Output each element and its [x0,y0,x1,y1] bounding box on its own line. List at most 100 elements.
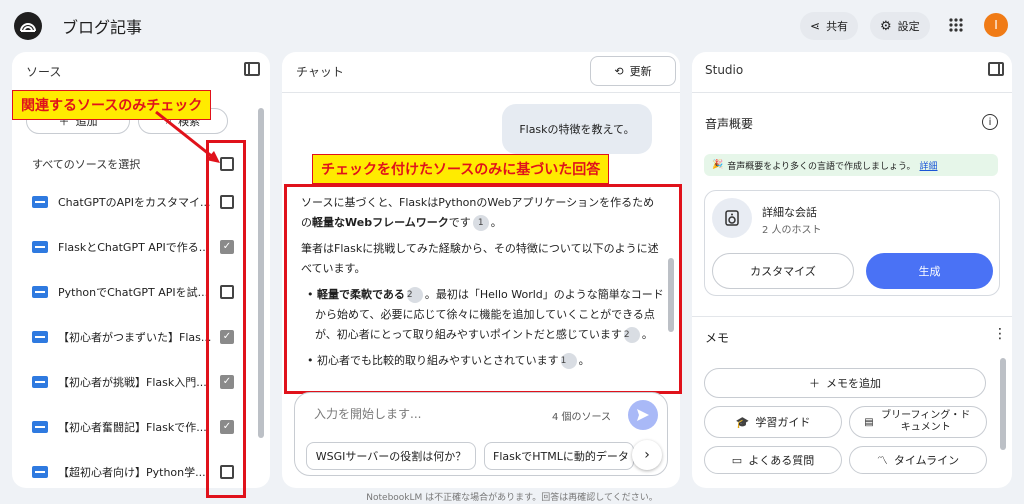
generate-label: 生成 [918,265,941,278]
refresh-button[interactable]: ⟲ 更新 [590,56,676,86]
faq-label: よくある質問 [748,454,815,467]
share-label: 共有 [826,20,849,33]
memo-divider [692,316,1012,317]
collapse-panel-icon[interactable] [988,62,1004,76]
customize-button[interactable]: カスタマイズ [712,253,854,289]
suggestion-chip[interactable]: WSGIサーバーの役割は何か？ [306,442,476,470]
document-icon [32,376,48,388]
response-paragraph: 筆者はFlaskに挑戦してみた経験から、その特徴について以下のように述べています… [301,239,665,279]
study-guide-button[interactable]: 🎓 学習ガイド [704,406,842,438]
document-icon [32,286,48,298]
studio-title: Studio [705,63,744,77]
settings-button[interactable]: ⚙ 設定 [870,12,930,40]
chat-bubble-icon: ▭ [731,453,743,467]
citation-badge[interactable]: 1 [472,215,489,231]
chevron-right-icon[interactable]: › [632,440,662,470]
studio-scrollbar[interactable] [1000,358,1006,450]
source-label: FlaskとChatGPT APIで作る... [58,241,210,254]
document-icon [32,421,48,433]
response-highlight-box: ソースに基づくと、FlaskはPythonのWebアプリケーションを作るための軽… [284,184,682,394]
source-item[interactable]: 【初心者がつまずいた】Flas... [32,327,211,347]
studio-divider [692,92,1012,93]
banner-text: 音声概要をより多くの言語で作成しましょう。 [727,161,916,172]
info-icon[interactable]: i [982,114,998,130]
source-label: PythonでChatGPT APIを試... [58,286,209,299]
response-text: 初心者でも比較的取り組みやすいとされています [317,354,559,367]
celebrate-icon: 🎉 [712,160,724,170]
gear-icon: ⚙ [880,18,892,34]
share-icon: ⋖ [810,19,821,33]
select-all-label: すべてのソースを選択 [32,158,141,171]
collapse-panel-icon[interactable] [244,62,260,76]
chat-scrollbar[interactable] [668,258,674,332]
refresh-label: 更新 [629,65,652,78]
more-options-icon[interactable]: ⋮ [993,327,1007,341]
source-label: 【超初心者向け】Python学... [58,466,206,479]
document-icon [32,466,48,478]
avatar[interactable]: I [984,13,1008,37]
checkbox-highlight-box [206,140,246,498]
faq-button[interactable]: ▭ よくある質問 [704,446,842,474]
customize-label: カスタマイズ [750,265,816,278]
generate-button[interactable]: 生成 [866,253,993,289]
chat-title: チャット [296,65,344,79]
right-annotation-callout: チェックを付けたソースのみに基づいた回答 [312,154,610,184]
source-item[interactable]: 【初心者奮闘記】Flaskで作... [32,417,207,437]
sources-scrollbar[interactable] [258,108,264,438]
citation-badge[interactable]: 2 [406,287,423,303]
send-button[interactable] [628,400,658,430]
audio-overview-title: 音声概要 [705,117,754,131]
source-label: ChatGPTのAPIをカスタマイ... [58,196,211,209]
citation-badge[interactable]: 2 [623,327,640,343]
notebooklm-logo-icon[interactable] [14,12,42,40]
share-button[interactable]: ⋖ 共有 [800,12,859,40]
response-bullet: • 軽量で柔軟である 2 。最初は「Hello World」のような簡単なコードから… [307,287,664,343]
settings-label: 設定 [897,20,920,33]
document-icon: ▤ [864,416,874,428]
briefing-document-label: ブリーフィング・ドキュメント [881,410,971,433]
timeline-label: タイムライン [893,454,960,467]
source-item[interactable]: PythonでChatGPT APIを試... [32,282,208,302]
response-text: です [448,216,471,229]
user-message-text: Flaskの特徴を教えて。 [519,123,635,136]
source-item[interactable]: ChatGPTのAPIをカスタマイ... [32,192,210,212]
source-item[interactable]: 【超初心者向け】Python学... [32,462,206,482]
response-bold: 軽量で柔軟である [317,288,405,301]
study-guide-label: 学習ガイド [755,416,811,429]
source-label: 【初心者がつまずいた】Flas... [58,331,212,344]
source-count-label: 4 個のソース [552,412,612,423]
notebook-title[interactable]: ブログ記事 [62,14,142,38]
add-memo-button[interactable]: ＋ メモを追加 [704,368,986,398]
response-paragraph: ソースに基づくと、FlaskはPythonのWebアプリケーションを作るための軽… [301,196,655,231]
source-item[interactable]: 【初心者が挑戦】Flask入門... [32,372,207,392]
timeline-icon: 〽 [876,454,888,467]
plus-icon: ＋ [809,377,820,390]
chat-input[interactable]: 入力を開始します... [314,405,421,422]
timeline-button[interactable]: 〽 タイムライン [849,446,987,474]
suggestion-chip[interactable]: FlaskでHTMLに動的データ [484,442,634,470]
footer-disclaimer: NotebookLM は不正確な場合があります。回答は再確認してください。 [366,493,658,503]
user-message-bubble: Flaskの特徴を教えて。 [502,104,652,154]
refresh-icon: ⟲ [614,64,624,78]
source-label: 【初心者奮闘記】Flaskで作... [58,421,207,434]
suggestion-label: FlaskでHTMLに動的データ [493,450,629,463]
citation-badge[interactable]: 1 [560,353,577,369]
apps-grid-icon[interactable] [948,17,964,36]
speaker-icon [712,198,752,238]
sources-title: ソース [26,65,62,79]
source-label: 【初心者が挑戦】Flask入門... [58,376,207,389]
banner-details-link[interactable]: 詳細 [920,159,938,172]
document-icon [32,241,48,253]
send-icon [637,409,649,421]
chat-divider [282,92,680,93]
memo-title: メモ [705,331,730,345]
add-memo-label: メモを追加 [826,377,881,390]
response-text: 筆者はFlaskに挑戦してみた経験から、その特徴について以下のように述べています… [301,242,659,275]
document-icon [32,331,48,343]
audio-banner: 🎉 音声概要をより多くの言語で作成しましょう。 詳細 [704,154,998,176]
briefing-document-button[interactable]: ▤ ブリーフィング・ドキュメント [849,406,987,438]
annotation-arrow-icon [155,110,220,163]
conversation-title: 詳細な会話 [762,206,817,219]
response-bullet: • 初心者でも比較的取り組みやすいとされています 1。 [307,353,590,369]
source-item[interactable]: FlaskとChatGPT APIで作る... [32,237,209,257]
